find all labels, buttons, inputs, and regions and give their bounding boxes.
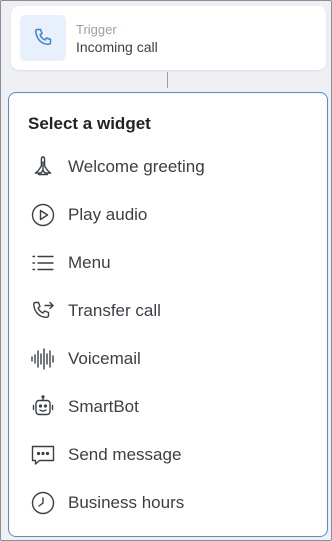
trigger-card[interactable]: Trigger Incoming call — [11, 6, 326, 70]
widget-item-send-message[interactable]: Send message — [9, 431, 327, 479]
widget-label: Voicemail — [68, 349, 141, 368]
widget-label: Business hours — [68, 493, 185, 512]
app-frame: Trigger Incoming call Select a widget We… — [0, 0, 332, 541]
widget-item-business-hours[interactable]: Business hours — [9, 479, 327, 527]
widget-label: SmartBot — [68, 397, 139, 416]
widget-label: Send message — [68, 445, 182, 464]
panel-title: Select a widget — [28, 114, 151, 133]
widget-item-voicemail[interactable]: Voicemail — [9, 335, 327, 383]
widget-item-smartbot[interactable]: SmartBot — [9, 383, 327, 431]
clock-icon — [30, 490, 56, 516]
list-icon — [30, 250, 56, 276]
phone-icon — [34, 28, 52, 46]
trigger-title: Incoming call — [76, 39, 158, 55]
widget-panel: Select a widget Welcome greeting Play au… — [8, 92, 328, 537]
message-bubble-icon — [30, 442, 56, 468]
connector-line — [167, 72, 168, 88]
widget-item-play-audio[interactable]: Play audio — [9, 191, 327, 239]
widget-item-transfer-call[interactable]: Transfer call — [9, 287, 327, 335]
widget-label: Welcome greeting — [68, 157, 205, 176]
phone-forward-icon — [30, 298, 56, 324]
praying-hands-icon — [30, 154, 56, 180]
widget-item-welcome-greeting[interactable]: Welcome greeting — [9, 143, 327, 191]
widget-label: Play audio — [68, 205, 148, 224]
trigger-kicker: Trigger — [76, 22, 117, 37]
widget-item-menu[interactable]: Menu — [9, 239, 327, 287]
waveform-icon — [30, 346, 56, 372]
trigger-icon-box — [20, 15, 66, 61]
robot-icon — [30, 394, 56, 420]
play-circle-icon — [30, 202, 56, 228]
widget-label: Transfer call — [68, 301, 161, 320]
widget-label: Menu — [68, 253, 111, 272]
widget-list: Welcome greeting Play audio Menu Transfe… — [9, 143, 327, 527]
